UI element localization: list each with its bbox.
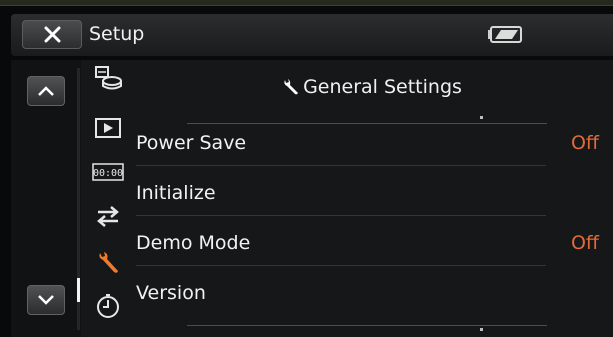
section-title: General Settings bbox=[303, 76, 462, 98]
tab-general-settings[interactable] bbox=[91, 246, 125, 278]
section-header: General Settings bbox=[131, 72, 613, 102]
card-settings-icon bbox=[95, 66, 122, 90]
list-item-version[interactable]: Version bbox=[131, 276, 613, 316]
chevron-down-icon bbox=[38, 295, 54, 305]
close-button[interactable] bbox=[22, 20, 82, 49]
list-item-demo-mode[interactable]: Demo Mode Off bbox=[131, 226, 613, 266]
bottom-divider bbox=[187, 325, 547, 326]
close-icon bbox=[44, 26, 60, 43]
tab-playback[interactable] bbox=[91, 112, 125, 144]
page-title: Setup bbox=[89, 23, 145, 45]
svg-text:00:00: 00:00 bbox=[93, 168, 123, 179]
section-divider bbox=[187, 123, 547, 124]
item-value: Off bbox=[570, 132, 599, 154]
item-value: Off bbox=[570, 232, 599, 254]
wrench-icon bbox=[99, 252, 118, 273]
scroll-indicator-top bbox=[480, 116, 483, 119]
item-label: Initialize bbox=[136, 182, 216, 204]
row-divider bbox=[136, 265, 546, 266]
menu-body: 00:00 General Settings Power Save Off In… bbox=[11, 60, 613, 337]
settings-panel: General Settings Power Save Off Initiali… bbox=[131, 60, 613, 337]
tab-card-settings[interactable] bbox=[91, 62, 125, 94]
row-divider bbox=[136, 165, 546, 166]
clock-icon bbox=[97, 294, 119, 318]
battery-icon bbox=[488, 26, 522, 43]
item-label: Demo Mode bbox=[136, 232, 251, 254]
row-divider bbox=[136, 215, 546, 216]
item-label: Power Save bbox=[136, 132, 247, 154]
scroll-up-button[interactable] bbox=[27, 76, 65, 106]
list-item-power-save[interactable]: Power Save Off bbox=[131, 126, 613, 166]
scroll-down-button[interactable] bbox=[27, 285, 65, 315]
playback-icon bbox=[95, 118, 121, 138]
scrollbar-thumb[interactable] bbox=[77, 278, 80, 302]
scroll-indicator-bottom bbox=[480, 328, 483, 331]
header-bar: Setup bbox=[11, 14, 613, 56]
tab-time-settings[interactable] bbox=[91, 290, 125, 322]
camera-menu-screen: Setup 00:00 General Settings Power Save … bbox=[0, 0, 613, 337]
item-label: Version bbox=[136, 282, 206, 304]
tab-connection[interactable] bbox=[91, 200, 125, 232]
category-tabs: 00:00 bbox=[83, 60, 131, 337]
wrench-icon bbox=[284, 79, 299, 95]
connection-icon bbox=[97, 206, 119, 227]
list-item-initialize[interactable]: Initialize bbox=[131, 176, 613, 216]
top-accent-bar bbox=[0, 0, 613, 6]
scroll-navigation bbox=[11, 60, 81, 337]
chevron-up-icon bbox=[38, 86, 54, 96]
timecode-icon: 00:00 bbox=[92, 163, 124, 181]
tab-timecode[interactable]: 00:00 bbox=[91, 156, 125, 188]
